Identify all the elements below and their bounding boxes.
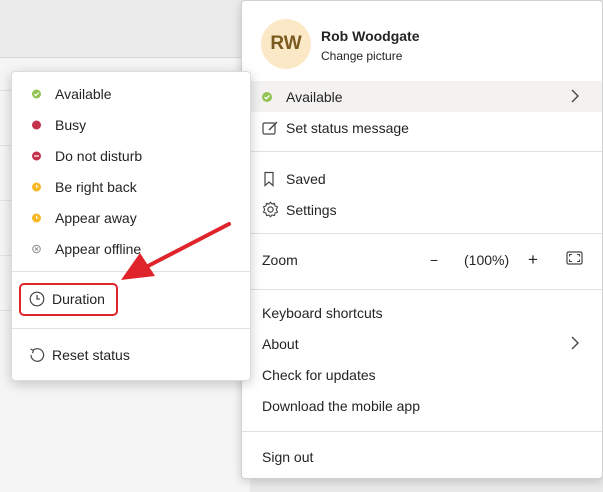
sign-out-label: Sign out <box>262 448 314 465</box>
status-option-appear-offline[interactable]: Appear offline <box>12 235 250 263</box>
bookmark-icon <box>262 171 280 187</box>
divider <box>242 151 602 152</box>
check-circle-icon <box>32 89 41 99</box>
app-header-background <box>0 0 250 58</box>
saved-label: Saved <box>286 170 326 187</box>
edit-icon <box>262 120 280 136</box>
user-name: Rob Woodgate <box>321 28 420 44</box>
divider <box>12 328 250 329</box>
clock-dot-icon <box>32 182 41 192</box>
check-updates-item[interactable]: Check for updates <box>242 359 602 390</box>
divider <box>242 431 602 432</box>
zoom-plus-label: + <box>528 249 538 269</box>
check-circle-icon <box>262 91 276 102</box>
zoom-row: Zoom <box>242 244 602 275</box>
download-app-label: Download the mobile app <box>262 397 420 414</box>
profile-menu-panel: RW Rob Woodgate Change picture Available… <box>241 0 603 479</box>
clock-dot-icon <box>32 213 41 223</box>
about-item[interactable]: About <box>242 328 602 359</box>
chevron-right-icon <box>570 88 580 107</box>
zoom-plus-button[interactable]: + <box>528 244 538 275</box>
status-option-label: Appear away <box>55 210 137 226</box>
gear-icon <box>262 201 280 218</box>
status-option-available[interactable]: Available <box>12 80 250 108</box>
check-updates-label: Check for updates <box>262 366 376 383</box>
change-picture-link[interactable]: Change picture <box>321 49 402 63</box>
saved-item[interactable]: Saved <box>242 163 602 194</box>
about-label: About <box>262 335 299 352</box>
divider <box>242 233 602 234</box>
status-row-available[interactable]: Available <box>242 81 602 112</box>
offline-icon <box>32 244 41 254</box>
status-option-label: Be right back <box>55 179 137 195</box>
zoom-label: Zoom <box>262 251 298 268</box>
busy-dot-icon <box>32 120 41 130</box>
duration-highlight-box <box>19 283 118 316</box>
fullscreen-icon <box>566 251 583 268</box>
fullscreen-button[interactable] <box>566 244 583 275</box>
zoom-value: (100%) <box>464 244 509 275</box>
set-status-message-label: Set status message <box>286 119 409 136</box>
status-option-label: Appear offline <box>55 241 142 257</box>
status-option-label: Do not disturb <box>55 148 143 164</box>
zoom-minus-label: − <box>430 251 439 268</box>
keyboard-shortcuts-item[interactable]: Keyboard shortcuts <box>242 297 602 328</box>
reset-icon <box>29 347 46 363</box>
status-option-label: Available <box>55 86 112 102</box>
zoom-value-label: (100%) <box>464 251 510 268</box>
reset-status-label: Reset status <box>52 347 130 363</box>
settings-item[interactable]: Settings <box>242 194 602 225</box>
divider <box>242 289 602 290</box>
settings-label: Settings <box>286 201 337 218</box>
status-option-appear-away[interactable]: Appear away <box>12 204 250 232</box>
divider <box>12 271 250 272</box>
sign-out-item[interactable]: Sign out <box>242 441 602 472</box>
keyboard-shortcuts-label: Keyboard shortcuts <box>262 304 383 321</box>
status-option-do-not-disturb[interactable]: Do not disturb <box>12 142 250 170</box>
reset-status-item[interactable]: Reset status <box>12 341 250 369</box>
do-not-disturb-icon <box>32 151 41 161</box>
zoom-minus-button[interactable]: − <box>430 244 438 275</box>
chevron-right-icon <box>570 335 580 354</box>
set-status-message-item[interactable]: Set status message <box>242 112 602 143</box>
status-option-be-right-back[interactable]: Be right back <box>12 173 250 201</box>
download-app-item[interactable]: Download the mobile app <box>242 390 602 421</box>
status-option-label: Busy <box>55 117 87 133</box>
status-option-busy[interactable]: Busy <box>12 111 250 139</box>
status-label: Available <box>286 88 343 105</box>
status-flyout-menu: Available Busy Do not disturb Be right b… <box>11 71 251 381</box>
avatar[interactable]: RW <box>261 19 311 69</box>
